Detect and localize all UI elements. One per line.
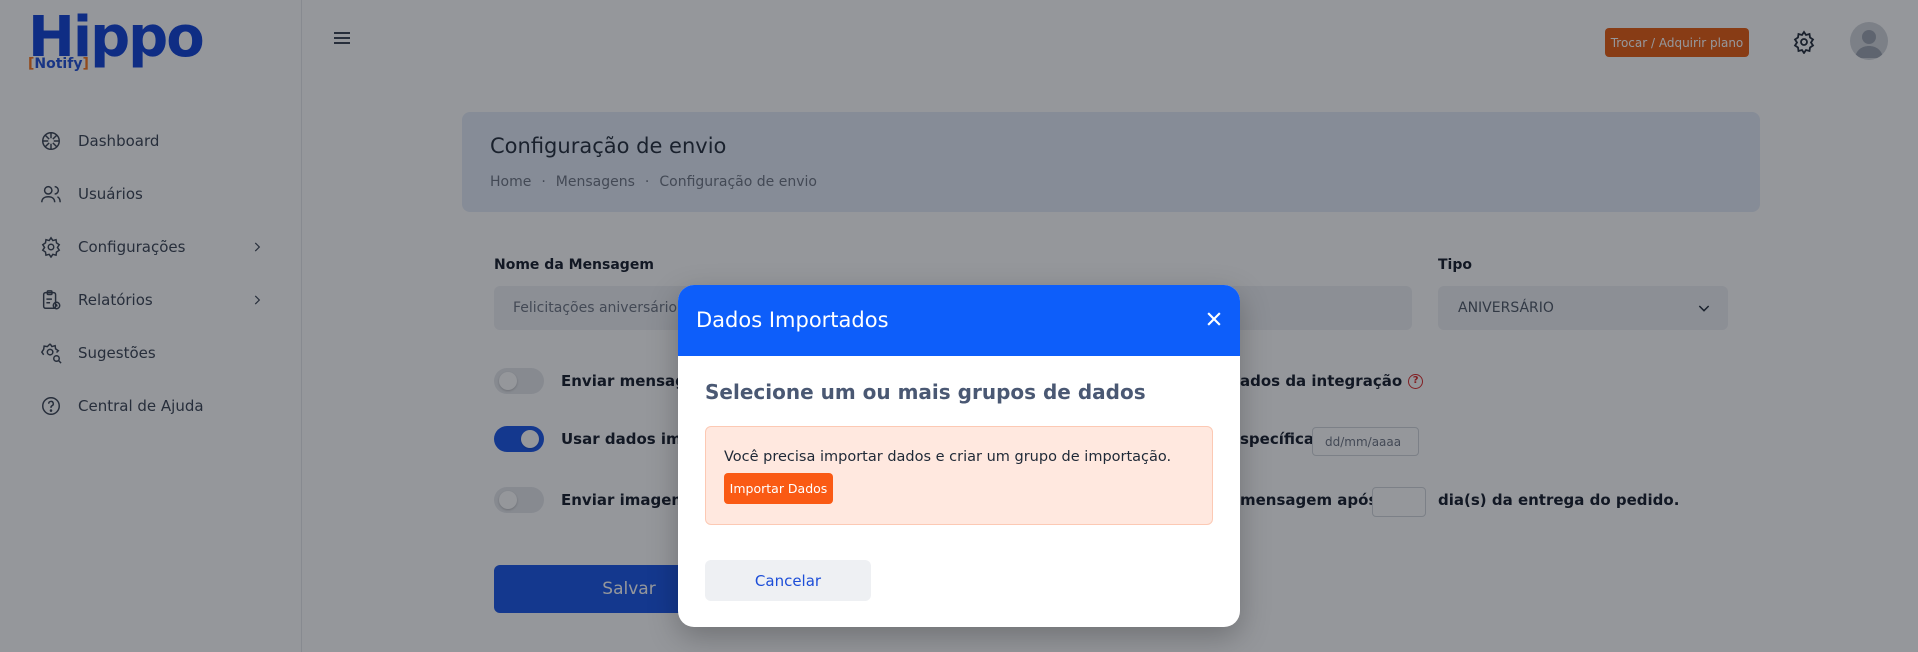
- modal-header: Dados Importados: [678, 285, 1240, 356]
- imported-data-modal: Dados Importados Selecione um ou mais gr…: [678, 285, 1240, 627]
- modal-title: Dados Importados: [696, 308, 889, 332]
- import-data-button[interactable]: Importar Dados: [724, 473, 833, 504]
- import-alert: Você precisa importar dados e criar um g…: [705, 426, 1213, 525]
- cancel-button[interactable]: Cancelar: [705, 560, 871, 601]
- modal-subtitle: Selecione um ou mais grupos de dados: [705, 380, 1146, 404]
- close-icon[interactable]: [1204, 309, 1224, 329]
- alert-text: Você precisa importar dados e criar um g…: [724, 449, 1172, 465]
